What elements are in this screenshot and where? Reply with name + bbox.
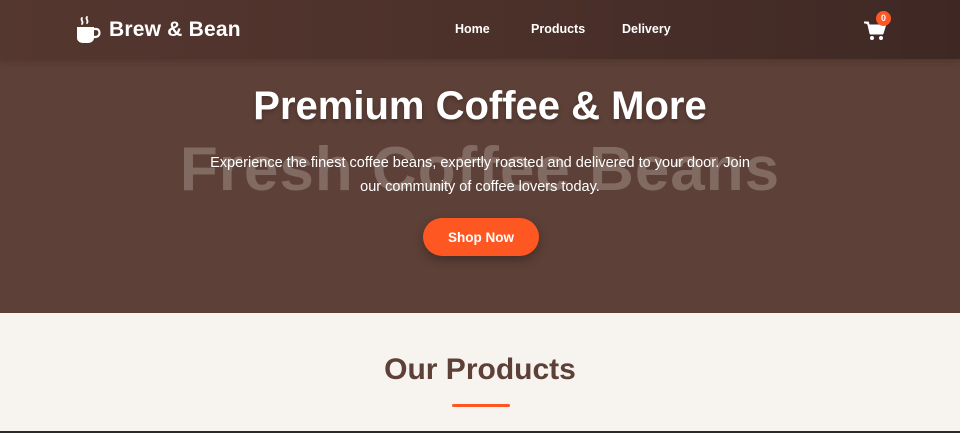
navbar: Brew & Bean Home Products Delivery 0 <box>0 0 960 59</box>
brand-name: Brew & Bean <box>109 18 241 41</box>
cart-button[interactable]: 0 <box>864 11 891 42</box>
nav-link-home[interactable]: Home <box>455 22 531 36</box>
nav-link-products[interactable]: Products <box>531 22 622 36</box>
nav-link-delivery[interactable]: Delivery <box>622 22 671 36</box>
cart-count-badge: 0 <box>876 11 891 26</box>
shop-now-button[interactable]: Shop Now <box>423 218 539 256</box>
products-section: Our Products <box>0 313 960 433</box>
products-section-title: Our Products <box>384 353 576 386</box>
main-nav: Home Products Delivery <box>455 22 671 36</box>
hero-section: Brew & Bean Home Products Delivery 0 Fre… <box>0 0 960 313</box>
hero-subtitle: Experience the finest coffee beans, expe… <box>210 155 750 195</box>
hero-title: Premium Coffee & More <box>253 84 707 128</box>
brand-logo[interactable]: Brew & Bean <box>75 16 241 44</box>
page: Brew & Bean Home Products Delivery 0 Fre… <box>0 0 960 433</box>
section-title-underline <box>452 404 510 407</box>
coffee-cup-icon <box>77 16 101 43</box>
